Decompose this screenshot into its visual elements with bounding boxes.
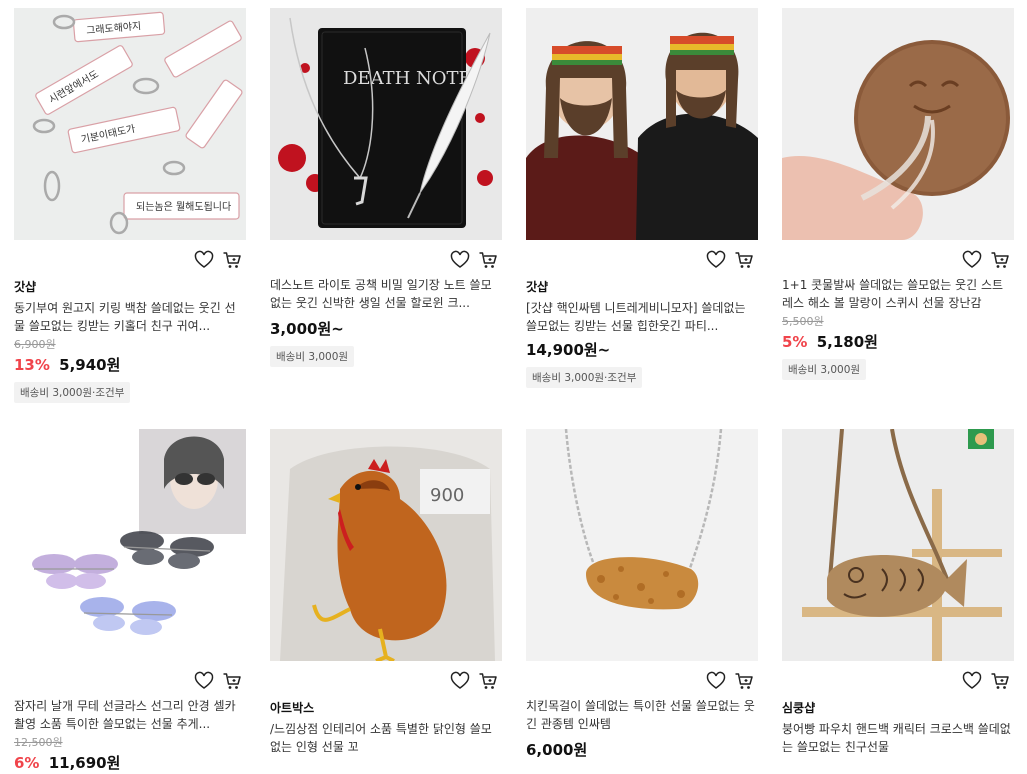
heart-icon[interactable]: [962, 250, 982, 270]
cart-icon[interactable]: [734, 671, 754, 691]
card-actions: [14, 240, 246, 276]
heart-icon[interactable]: [450, 671, 470, 691]
product-card[interactable]: 심쿵샵 붕어빵 파우치 핸드백 캐릭터 크로스백 쓸데없는 쓸모없는 친구선물: [782, 429, 1014, 756]
heart-icon[interactable]: [962, 671, 982, 691]
price-row: 5% 5,180원: [782, 331, 1014, 353]
cart-icon[interactable]: [478, 671, 498, 691]
shipping-badge: 배송비 3,000원·조건부: [14, 382, 131, 403]
price-row: 13% 5,940원: [14, 354, 246, 376]
product-image[interactable]: 900: [270, 429, 502, 661]
cart-icon[interactable]: [734, 250, 754, 270]
shop-name[interactable]: 갓샵: [14, 280, 246, 295]
card-actions: [14, 661, 246, 697]
product-title[interactable]: 잠자리 날개 무테 선글라스 선그리 안경 셀카 촬영 소품 특이한 쓸모없는 …: [14, 697, 246, 733]
cart-icon[interactable]: [990, 250, 1010, 270]
svg-text:900: 900: [430, 485, 464, 506]
product-card[interactable]: 치킨목걸이 쓸데없는 특이한 선물 쓸모없는 웃긴 관종템 인싸템 6,000원: [526, 429, 758, 761]
product-title[interactable]: [갓샵 핵인싸템 니트레게비니모자] 쓸데없는 쓸모없는 킹받는 선물 힙한웃긴…: [526, 299, 758, 335]
shipping-badge: 배송비 3,000원·조건부: [526, 367, 643, 388]
card-actions: [270, 661, 502, 697]
product-card[interactable]: 그래도해야지 시련앞에서도 기분이태도가 되는놈은 뭘해도됩니다 갓샵 동기부여…: [14, 8, 246, 403]
product-card[interactable]: 갓샵 [갓샵 핵인싸템 니트레게비니모자] 쓸데없는 쓸모없는 킹받는 선물 힙…: [526, 8, 758, 388]
sale-price: 14,900원~: [526, 341, 611, 359]
product-title[interactable]: 데스노트 라이토 공책 비밀 일기장 노트 쓸모없는 웃긴 신박한 생일 선물 …: [270, 276, 502, 312]
product-card[interactable]: 잠자리 날개 무테 선글라스 선그리 안경 셀카 촬영 소품 특이한 쓸모없는 …: [14, 429, 246, 774]
product-image[interactable]: [526, 429, 758, 661]
price-row: 14,900원~: [526, 339, 758, 361]
product-card[interactable]: 900 아트박스 /느낌상점 인테리어 소품 특별한 닭인형 쓸모없는 인형 선…: [270, 429, 502, 756]
shop-name[interactable]: 아트박스: [270, 701, 502, 716]
price-row: 3,000원~: [270, 318, 502, 340]
product-image[interactable]: [782, 429, 1014, 661]
original-price: 6,900원: [14, 338, 56, 351]
shop-name[interactable]: 갓샵: [526, 280, 758, 295]
shipping-badge: 배송비 3,000원: [270, 346, 355, 367]
cart-icon[interactable]: [222, 671, 242, 691]
product-title[interactable]: /느낌상점 인테리어 소품 특별한 닭인형 쓸모없는 인형 선물 꼬: [270, 720, 502, 756]
card-actions: [270, 240, 502, 276]
sale-price: 3,000원~: [270, 320, 344, 338]
svg-text:DEATH NOTE: DEATH NOTE: [343, 68, 472, 89]
discount-rate: 5%: [782, 333, 808, 351]
svg-text:되는놈은 뭘해도됩니다: 되는놈은 뭘해도됩니다: [136, 200, 231, 213]
discount-rate: 13%: [14, 356, 50, 374]
product-card[interactable]: 1+1 콧물발싸 쓸데없는 쓸모없는 웃긴 스트레스 해소 볼 말랑이 스퀴시 …: [782, 8, 1014, 380]
card-actions: [526, 240, 758, 276]
card-actions: [782, 240, 1014, 276]
original-price: 5,500원: [782, 315, 824, 328]
shop-name[interactable]: 심쿵샵: [782, 701, 1014, 716]
price-row: 6% 11,690원: [14, 752, 246, 774]
sale-price: 6,000원: [526, 741, 588, 759]
heart-icon[interactable]: [706, 250, 726, 270]
product-image[interactable]: DEATH NOTE: [270, 8, 502, 240]
product-image[interactable]: [526, 8, 758, 240]
card-actions: [782, 661, 1014, 697]
product-title[interactable]: 치킨목걸이 쓸데없는 특이한 선물 쓸모없는 웃긴 관종템 인싸템: [526, 697, 758, 733]
product-image[interactable]: [14, 429, 246, 661]
shipping-badge: 배송비 3,000원: [782, 359, 867, 380]
heart-icon[interactable]: [706, 671, 726, 691]
cart-icon[interactable]: [990, 671, 1010, 691]
product-image[interactable]: [782, 8, 1014, 240]
heart-icon[interactable]: [194, 671, 214, 691]
heart-icon[interactable]: [194, 250, 214, 270]
product-card[interactable]: DEATH NOTE 데스노트 라이토 공책 비밀 일기장 노트 쓸모없는 웃긴…: [270, 8, 502, 367]
price-row: 6,000원: [526, 739, 758, 761]
card-actions: [526, 661, 758, 697]
sale-price: 5,940원: [59, 356, 121, 374]
product-title[interactable]: 동기부여 원고지 키링 백참 쓸데없는 웃긴 선물 쓸모없는 킹받는 키홀더 친…: [14, 299, 246, 335]
product-title[interactable]: 1+1 콧물발싸 쓸데없는 쓸모없는 웃긴 스트레스 해소 볼 말랑이 스퀴시 …: [782, 276, 1014, 312]
heart-icon[interactable]: [450, 250, 470, 270]
product-title[interactable]: 붕어빵 파우치 핸드백 캐릭터 크로스백 쓸데없는 쓸모없는 친구선물: [782, 720, 1014, 756]
product-image[interactable]: 그래도해야지 시련앞에서도 기분이태도가 되는놈은 뭘해도됩니다: [14, 8, 246, 240]
product-grid: 그래도해야지 시련앞에서도 기분이태도가 되는놈은 뭘해도됩니다 갓샵 동기부여…: [0, 0, 1027, 772]
cart-icon[interactable]: [478, 250, 498, 270]
cart-icon[interactable]: [222, 250, 242, 270]
sale-price: 5,180원: [816, 333, 878, 351]
original-price: 12,500원: [14, 736, 63, 749]
